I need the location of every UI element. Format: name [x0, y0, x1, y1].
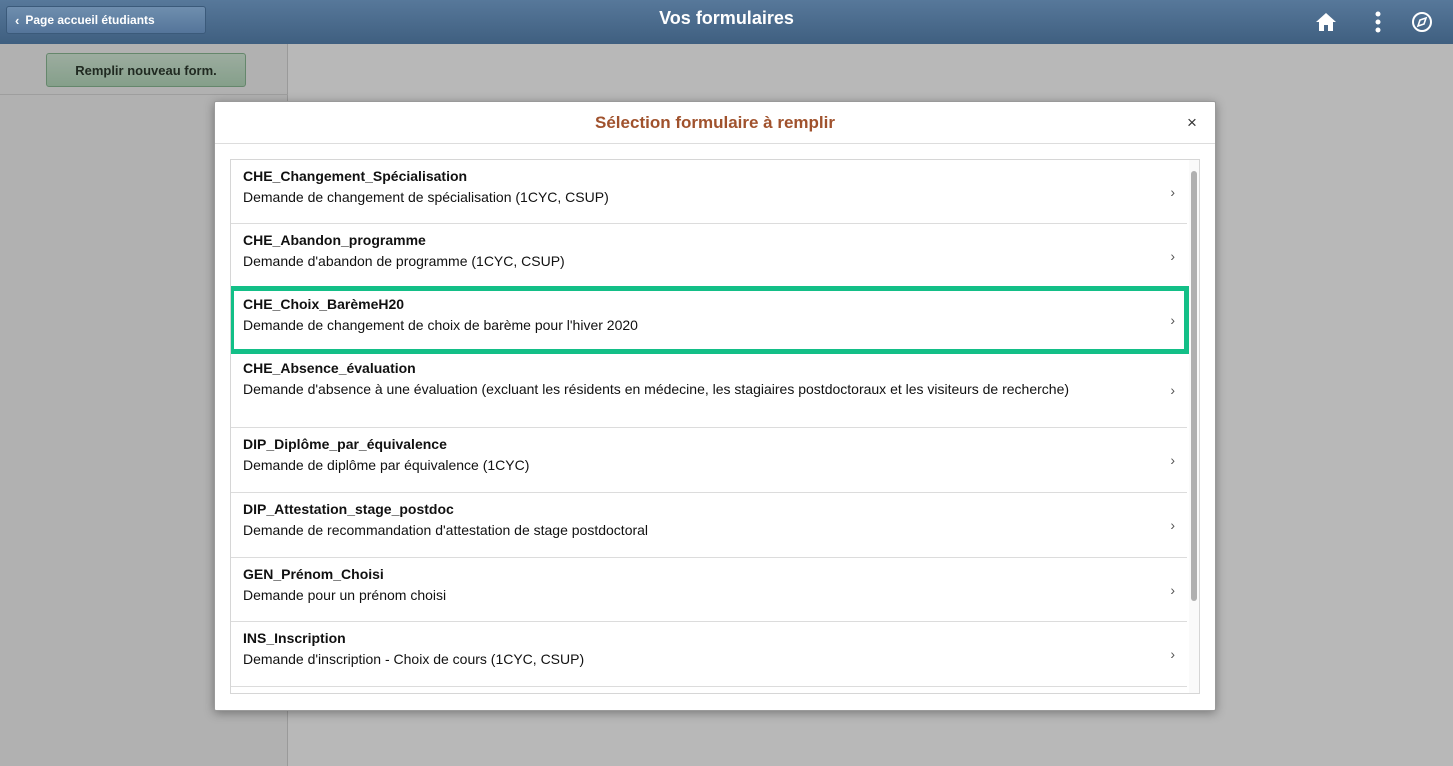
form-description: Demande d'inscription - Choix de cours (…: [243, 651, 585, 667]
form-name: CHE_Choix_BarèmeH20: [243, 296, 405, 312]
form-name: GEN_Prénom_Choisi: [243, 566, 384, 582]
form-name: DIP_Attestation_stage_postdoc: [243, 501, 454, 517]
list-item[interactable]: GEN_Prénom_Choisi Demande pour un prénom…: [231, 558, 1187, 622]
list-item[interactable]: DIP_Attestation_stage_postdoc Demande de…: [231, 493, 1187, 558]
header-bar: ‹ Page accueil étudiants Vos formulaires: [0, 0, 1453, 44]
chevron-right-icon: ›: [1170, 517, 1175, 533]
list-item[interactable]: INS_Inscription Demande d'inscription - …: [231, 622, 1187, 687]
chevron-right-icon: ›: [1170, 581, 1175, 598]
form-description: Demande pour un prénom choisi: [243, 587, 447, 603]
form-description: Demande de changement de spécialisation …: [243, 189, 609, 205]
form-description: Demande de recommandation d'attestation …: [243, 522, 649, 538]
chevron-right-icon: ›: [1170, 452, 1175, 468]
chevron-right-icon: ›: [1170, 247, 1175, 264]
page-title: Vos formulaires: [659, 8, 794, 28]
form-description: Demande de changement de choix de barème…: [243, 317, 638, 333]
form-name: CHE_Absence_évaluation: [243, 360, 416, 376]
scrollbar[interactable]: [1189, 160, 1199, 693]
close-icon[interactable]: ×: [1183, 114, 1201, 132]
modal-header: Sélection formulaire à remplir ×: [215, 102, 1215, 144]
list-item-highlighted[interactable]: CHE_Choix_BarèmeH20 Demande de changemen…: [231, 286, 1189, 354]
form-name: CHE_Abandon_programme: [243, 232, 426, 248]
home-icon[interactable]: [1312, 8, 1340, 36]
form-description: Demande de diplôme par équivalence (1CYC…: [243, 457, 530, 473]
chevron-right-icon: ›: [1170, 381, 1175, 398]
form-selection-modal: Sélection formulaire à remplir × CHE_Cha…: [214, 101, 1216, 711]
form-name: INS_Inscription: [243, 630, 346, 646]
list-item[interactable]: CHE_Changement_Spécialisation Demande de…: [231, 160, 1187, 224]
navigator-icon[interactable]: [1408, 8, 1436, 36]
scrollbar-thumb[interactable]: [1191, 171, 1197, 601]
more-vertical-icon[interactable]: [1364, 8, 1392, 36]
list-item[interactable]: CHE_Abandon_programme Demande d'abandon …: [231, 224, 1187, 288]
list-item[interactable]: DIP_Diplôme_par_équivalence Demande de d…: [231, 428, 1187, 493]
modal-title: Sélection formulaire à remplir: [595, 113, 835, 132]
app-window: ‹ Page accueil étudiants Vos formulaires…: [0, 0, 1453, 766]
list-item[interactable]: CHE_Absence_évaluation Demande d'absence…: [231, 352, 1187, 428]
form-description: Demande d'abandon de programme (1CYC, CS…: [243, 253, 565, 269]
form-name: CHE_Changement_Spécialisation: [243, 168, 468, 184]
chevron-right-icon: ›: [1170, 646, 1175, 662]
form-description: Demande d'absence à une évaluation (excl…: [243, 381, 1070, 397]
chevron-right-icon: ›: [1170, 183, 1175, 200]
form-list: CHE_Changement_Spécialisation Demande de…: [230, 159, 1200, 694]
chevron-right-icon: ›: [1170, 311, 1175, 328]
form-name: DIP_Diplôme_par_équivalence: [243, 436, 447, 452]
